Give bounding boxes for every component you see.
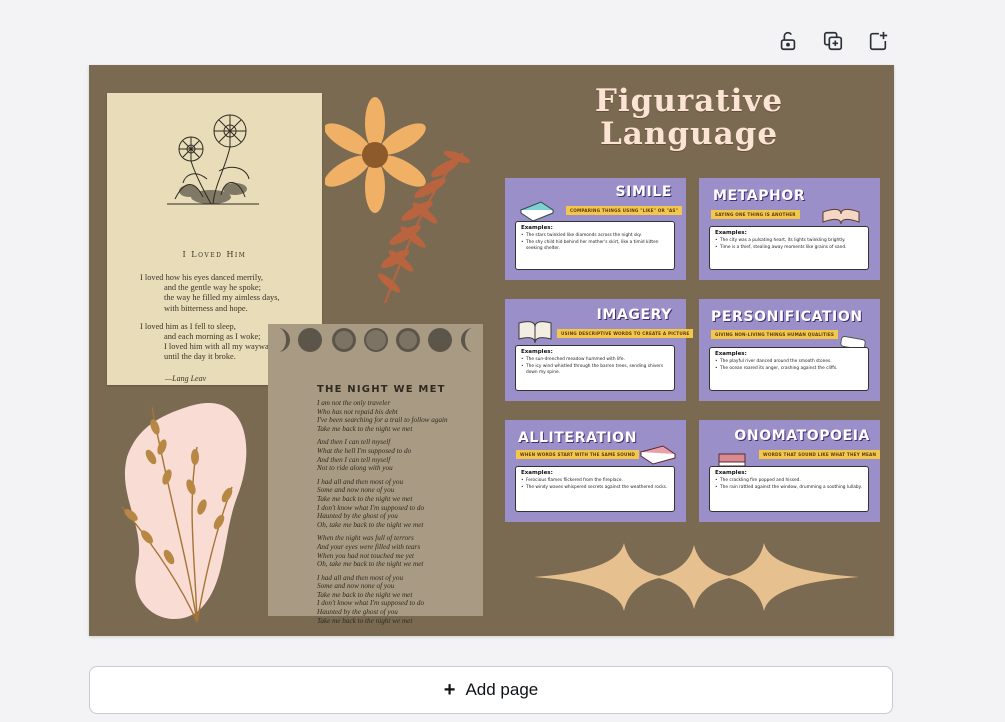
example-item: The crackling fire popped and hissed. <box>715 478 863 484</box>
poem2-line: I don't know what I'm supposed to do <box>317 503 425 512</box>
poem1-line: the way he filled my aimless days, <box>164 293 280 303</box>
examples-label: Examples: <box>715 351 747 357</box>
examples-box: Examples: Ferocious flames flickered fro… <box>515 466 675 512</box>
card-simile[interactable]: SIMILE COMPARING THINGS USING "LIKE" OR … <box>505 178 686 280</box>
poem2-line: Take me back to the night we met <box>317 590 413 599</box>
heading-line-1: Figurative <box>594 83 784 119</box>
examples-label: Examples: <box>521 225 553 231</box>
heading-line-2: Language <box>599 116 779 152</box>
card-tag: WHEN WORDS START WITH THE SAME SOUND <box>516 450 640 459</box>
card-personification[interactable]: PERSONIFICATION GIVING NON-LIVING THINGS… <box>699 299 880 401</box>
examples-box: Examples: The playful river danced aroun… <box>709 347 869 391</box>
open-book-icon <box>518 321 552 344</box>
example-item: The city was a pulsating heart, its ligh… <box>715 238 863 244</box>
poem2-title: THE NIGHT WE MET <box>317 384 446 395</box>
poem2-line: Haunted by the ghost of you <box>317 608 398 617</box>
poem2-line: And then I can tell myself <box>317 455 391 464</box>
poem2-line: When the night was full of terrors <box>317 534 414 543</box>
poem2-line: Oh, take me back to the night we met <box>317 520 424 529</box>
poem2-line: Take me back to the night we met <box>317 494 413 503</box>
flower-illustration <box>167 114 259 205</box>
card-tag: WORDS THAT SOUND LIKE WHAT THEY MEAN <box>759 450 881 459</box>
examples-label: Examples: <box>715 470 747 476</box>
duplicate-page-icon[interactable] <box>820 28 846 54</box>
poem2-line: What the hell I'm supposed to do <box>317 446 412 455</box>
add-page-icon[interactable] <box>865 28 891 54</box>
card-title: METAPHOR <box>713 188 806 204</box>
card-tag: SAYING ONE THING IS ANOTHER <box>711 210 800 219</box>
card-title: ONOMATOPOEIA <box>734 428 870 444</box>
example-item: The rain rattled against the window, dru… <box>715 485 863 491</box>
examples-label: Examples: <box>521 470 553 476</box>
example-item: The windy waves whispered secrets agains… <box>521 485 669 491</box>
poem2-line: And your eyes were filled with tears <box>317 542 421 551</box>
poem2-line: I don't know what I'm supposed to do <box>317 599 425 608</box>
book-icon <box>639 445 677 465</box>
add-page-button[interactable]: + Add page <box>89 666 893 714</box>
examples-box: Examples: The sun-drenched meadow hummed… <box>515 345 675 391</box>
poem2-line: Who has not repaid his debt <box>317 407 398 416</box>
poem2-line: Some and now none of you <box>317 486 395 495</box>
poem2-line: Not to ride along with you <box>317 464 393 473</box>
example-item: The stars twinkled like diamonds across … <box>521 233 669 239</box>
poem2-body: I am not the only traveler Who has not r… <box>317 399 448 625</box>
poem2-line: Take me back to the night we met <box>317 424 413 433</box>
poem2-line: I've been searching for a trail to follo… <box>317 416 448 425</box>
add-page-label: Add page <box>465 680 539 699</box>
examples-label: Examples: <box>715 230 747 236</box>
card-alliteration[interactable]: ALLITERATION WHEN WORDS START WITH THE S… <box>505 420 686 522</box>
open-book-icon <box>822 208 860 225</box>
card-tag: COMPARING THINGS USING "LIKE" OR "AS" <box>566 206 683 215</box>
design-canvas[interactable]: I Loved Him I loved how his eyes danced … <box>89 65 894 636</box>
examples-label: Examples: <box>521 349 553 355</box>
example-item: The sun-drenched meadow hummed with life… <box>521 357 669 363</box>
poem2-line: And then I can tell myself <box>317 438 391 447</box>
poem1-line: and the gentle way he spoke; <box>164 283 261 293</box>
poem1-line: I loved how his eyes danced merrily, <box>140 273 263 282</box>
example-item: The shy child hid behind her mother's sk… <box>521 240 669 252</box>
orange-flower-illustration[interactable] <box>325 93 485 313</box>
card-title: SIMILE <box>615 184 672 200</box>
card-tag: USING DESCRIPTIVE WORDS TO CREATE A PICT… <box>557 329 694 338</box>
moon-phases-illustration <box>278 328 473 352</box>
poem2-line: Take me back to the night we met <box>317 616 413 625</box>
poem1-signature: —Lang Leav <box>165 374 207 383</box>
poem1-line: with bitterness and hope. <box>164 303 248 313</box>
card-title: PERSONIFICATION <box>711 309 863 325</box>
plus-icon: + <box>443 679 456 701</box>
example-item: The icy wind whistled through the barren… <box>521 364 669 376</box>
example-item: The playful river danced around the smoo… <box>715 359 863 365</box>
poem2-line: When you had not touched me yet <box>317 551 414 560</box>
card-imagery[interactable]: IMAGERY USING DESCRIPTIVE WORDS TO CREAT… <box>505 299 694 401</box>
figurative-language-heading[interactable]: Figurative Language <box>539 85 839 151</box>
card-onomatopoeia[interactable]: ONOMATOPOEIA WORDS THAT SOUND LIKE WHAT … <box>699 420 881 522</box>
sparkles-decoration[interactable] <box>534 541 859 613</box>
examples-box: Examples: The city was a pulsating heart… <box>709 226 869 270</box>
poem2-line: I am not the only traveler <box>317 399 391 407</box>
dried-flowers-illustration[interactable] <box>107 387 267 627</box>
poem1-title: I Loved Him <box>182 250 247 259</box>
poem2-line: Haunted by the ghost of you <box>317 512 398 521</box>
unlock-icon[interactable] <box>775 28 801 54</box>
poem2-line: I had all and then most of you <box>317 573 404 582</box>
poem-card-the-night-we-met[interactable]: THE NIGHT WE MET I am not the only trave… <box>268 324 483 625</box>
poem2-line: Oh, take me back to the night we met <box>317 560 424 569</box>
book-icon <box>519 201 555 222</box>
example-item: Ferocious flames flickered from the fire… <box>521 478 669 484</box>
examples-box: Examples: The crackling fire popped and … <box>709 466 869 512</box>
example-item: Time is a thief, stealing away moments l… <box>715 245 863 251</box>
example-item: The ocean roared its anger, crashing aga… <box>715 366 863 372</box>
card-metaphor[interactable]: METAPHOR SAYING ONE THING IS ANOTHER Exa… <box>699 178 880 280</box>
card-tag: GIVING NON-LIVING THINGS HUMAN QUALITIES <box>711 330 839 339</box>
poem2-line: I had all and then most of you <box>317 477 404 486</box>
examples-box: Examples: The stars twinkled like diamon… <box>515 221 675 270</box>
card-title: IMAGERY <box>596 307 672 323</box>
card-title: ALLITERATION <box>518 430 638 446</box>
poem2-line: Some and now none of you <box>317 582 395 591</box>
